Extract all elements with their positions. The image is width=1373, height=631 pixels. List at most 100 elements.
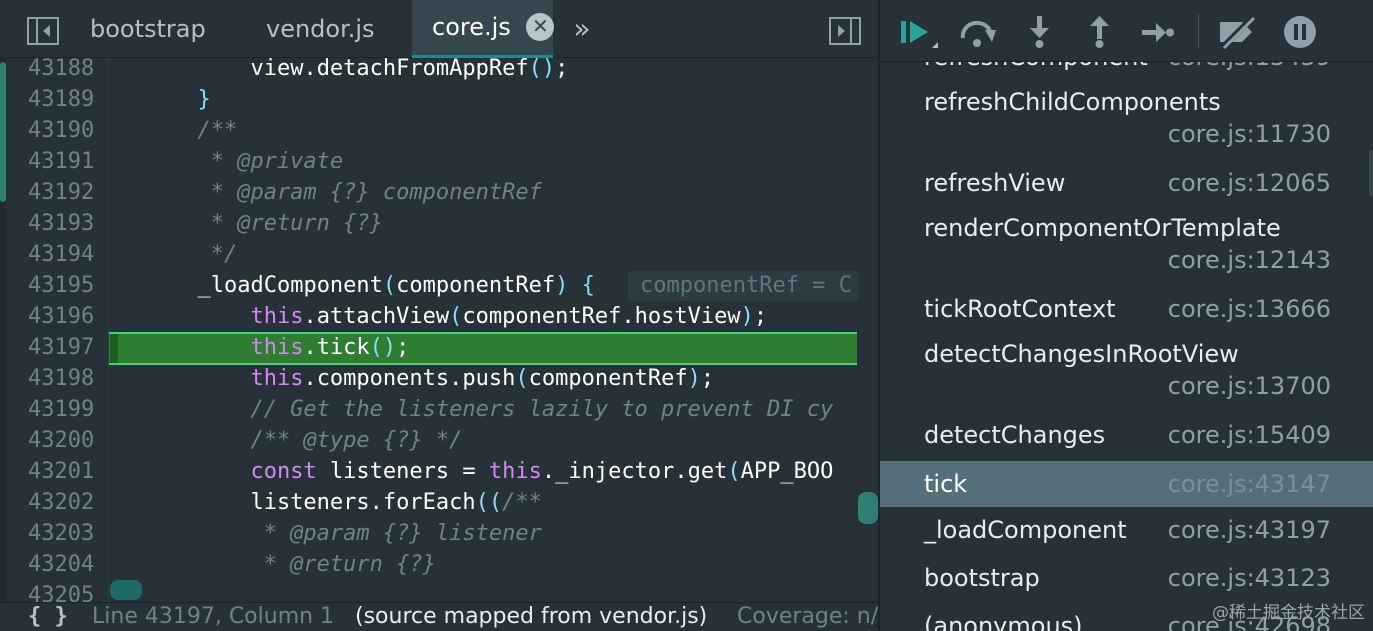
line-number[interactable]: 43201 [28, 456, 102, 487]
line-number[interactable]: 43203 [28, 518, 102, 549]
call-frame-location[interactable]: core.js:13666 [1168, 295, 1331, 323]
code-text: /** [118, 118, 238, 143]
call-frame[interactable]: detectChanges core.js:15409 [880, 412, 1373, 460]
editor-tab-bar: bootstrap vendor.js core.js ✕ » [0, 0, 878, 58]
call-frame-location[interactable]: core.js:43123 [1168, 564, 1331, 592]
inline-variable-value: componentRef = C [628, 271, 858, 301]
sidebar-left-icon[interactable] [26, 14, 60, 48]
line-number[interactable]: 43202 [28, 487, 102, 518]
step-out-icon[interactable] [1086, 14, 1122, 50]
call-frame[interactable]: _loadComponent core.js:43197 [880, 507, 1373, 555]
call-frame-location[interactable]: core.js:11730 [1168, 120, 1331, 148]
line-number[interactable]: 43199 [28, 394, 102, 425]
line-number[interactable]: 43193 [28, 208, 102, 239]
line-number[interactable]: 43196 [28, 301, 102, 332]
coverage-status: Coverage: n/a [737, 604, 878, 629]
pause-on-exceptions-icon[interactable] [1282, 14, 1318, 50]
line-number[interactable]: 43205 [28, 580, 102, 602]
line-number[interactable]: 43192 [28, 177, 102, 208]
call-frame-function: detectChanges [924, 421, 1106, 449]
source-editor-pane: bootstrap vendor.js core.js ✕ » 43188 vi… [0, 0, 878, 631]
code-line-current[interactable]: 43197 this.tick(); [0, 332, 878, 365]
call-frame-location[interactable]: core.js:15409 [1168, 421, 1331, 449]
chevron-double-right-icon[interactable]: » [566, 14, 598, 46]
line-number[interactable]: 43200 [28, 425, 102, 456]
call-frame[interactable]: tickRootContext core.js:13666 [880, 286, 1373, 334]
code-line[interactable]: 43198 this.components.push(componentRef)… [0, 363, 878, 394]
line-number[interactable]: 43198 [28, 363, 102, 394]
tab-vendor-js[interactable]: vendor.js [244, 0, 397, 58]
code-line[interactable]: 43193 * @return {?} [0, 208, 878, 239]
line-number[interactable]: 43188 [28, 58, 102, 84]
call-frame[interactable]: refreshChildComponents core.js:11730 [880, 82, 1373, 158]
horizontal-scrollbar[interactable] [110, 580, 142, 600]
call-frame-function: (anonymous) [924, 612, 1083, 631]
line-number[interactable]: 43190 [28, 115, 102, 146]
code-line[interactable]: 43194 */ [0, 239, 878, 270]
call-frame-function: refreshChildComponents [924, 88, 1221, 116]
pretty-print-button[interactable]: { } [28, 603, 68, 631]
watermark: @稀土掘金技术社区 [1212, 603, 1365, 623]
line-number[interactable]: 43197 [28, 332, 102, 363]
call-frame-location[interactable]: core.js:43147 [1168, 470, 1331, 498]
code-line[interactable]: 43196 this.attachView(componentRef.hostV… [0, 301, 878, 332]
code-text: * @return {?} [118, 552, 436, 577]
callstack-scrollbar[interactable] [1369, 150, 1373, 196]
code-text: const listeners = this._injector.get(APP… [250, 459, 834, 484]
code-text: // Get the listeners lazily to prevent D… [118, 397, 834, 422]
code-line[interactable]: 43204 * @return {?} [0, 549, 878, 580]
source-map-link[interactable]: (source mapped from vendor.js) [355, 603, 707, 631]
code-text: } [197, 87, 211, 112]
step-icon[interactable] [1140, 14, 1176, 50]
cursor-position: Line 43197, Column 1 [92, 604, 335, 629]
code-text: listeners.forEach((/** [250, 490, 542, 515]
call-frame-selected[interactable]: tick core.js:43147 [880, 461, 1373, 507]
call-frame-function: renderComponentOrTemplate [924, 214, 1281, 242]
code-line[interactable]: 43191 * @private [0, 146, 878, 177]
call-frame[interactable]: bootstrap core.js:43123 [880, 555, 1373, 603]
tab-core-js[interactable]: core.js ✕ [412, 0, 555, 58]
line-number[interactable]: 43204 [28, 549, 102, 580]
code-text: this.attachView(componentRef.hostView); [250, 304, 768, 329]
line-number[interactable]: 43195 [28, 270, 102, 301]
code-line[interactable]: 43202 listeners.forEach((/** [0, 487, 878, 518]
step-into-icon[interactable] [1026, 14, 1062, 50]
deactivate-breakpoints-icon[interactable] [1216, 13, 1257, 51]
tab-label: core.js [432, 13, 511, 41]
call-frame-location[interactable]: core.js:12143 [1168, 246, 1331, 274]
code-view[interactable]: 43188 view.detachFromAppRef(); 43189 } 431… [0, 58, 878, 602]
vertical-scrollbar[interactable] [858, 492, 878, 524]
code-line[interactable]: 43188 view.detachFromAppRef(); [0, 58, 878, 84]
code-line[interactable]: 43199 // Get the listeners lazily to pre… [0, 394, 878, 425]
call-frame-function: _loadComponent [924, 516, 1127, 544]
call-frame-function: detectChangesInRootView [924, 340, 1239, 368]
code-text: this.components.push(componentRef); [250, 366, 715, 391]
code-line[interactable]: 43200 /** @type {?} */ [0, 425, 878, 456]
line-number[interactable]: 43189 [28, 84, 102, 115]
tab-bootstrap[interactable]: bootstrap [68, 0, 228, 58]
code-line[interactable]: 43189 } [0, 84, 878, 115]
call-stack-list: refreshComponentcore.js:13459refreshChil… [880, 0, 1373, 631]
sidebar-right-icon[interactable] [828, 14, 862, 48]
code-line[interactable]: 43201 const listeners = this._injector.g… [0, 456, 878, 487]
call-frame-location[interactable]: core.js:13700 [1168, 372, 1331, 400]
code-line[interactable]: 43203 * @param {?} listener [0, 518, 878, 549]
call-frame[interactable]: refreshView core.js:12065 [880, 160, 1373, 208]
call-frame[interactable]: detectChangesInRootView core.js:13700 [880, 334, 1373, 412]
code-text: * @return {?} [118, 211, 383, 236]
line-number[interactable]: 43191 [28, 146, 102, 177]
step-over-icon[interactable] [958, 14, 996, 50]
code-text: view.detachFromAppRef(); [250, 58, 569, 81]
code-text: */ [118, 242, 238, 267]
line-number[interactable]: 43194 [28, 239, 102, 270]
resume-icon[interactable] [898, 14, 938, 50]
call-frame-location[interactable]: core.js:12065 [1168, 169, 1331, 197]
code-line[interactable]: 43190 /** [0, 115, 878, 146]
debugger-toolbar [880, 0, 1373, 62]
close-icon[interactable]: ✕ [526, 13, 555, 41]
call-frame-location[interactable]: core.js:43197 [1168, 516, 1331, 544]
editor-status-bar: { } Line 43197, Column 1 (source mapped … [0, 602, 878, 631]
toolbar-separator [1198, 14, 1199, 48]
call-frame[interactable]: renderComponentOrTemplate core.js:12143 [880, 208, 1373, 286]
code-line[interactable]: 43192 * @param {?} componentRef [0, 177, 878, 208]
